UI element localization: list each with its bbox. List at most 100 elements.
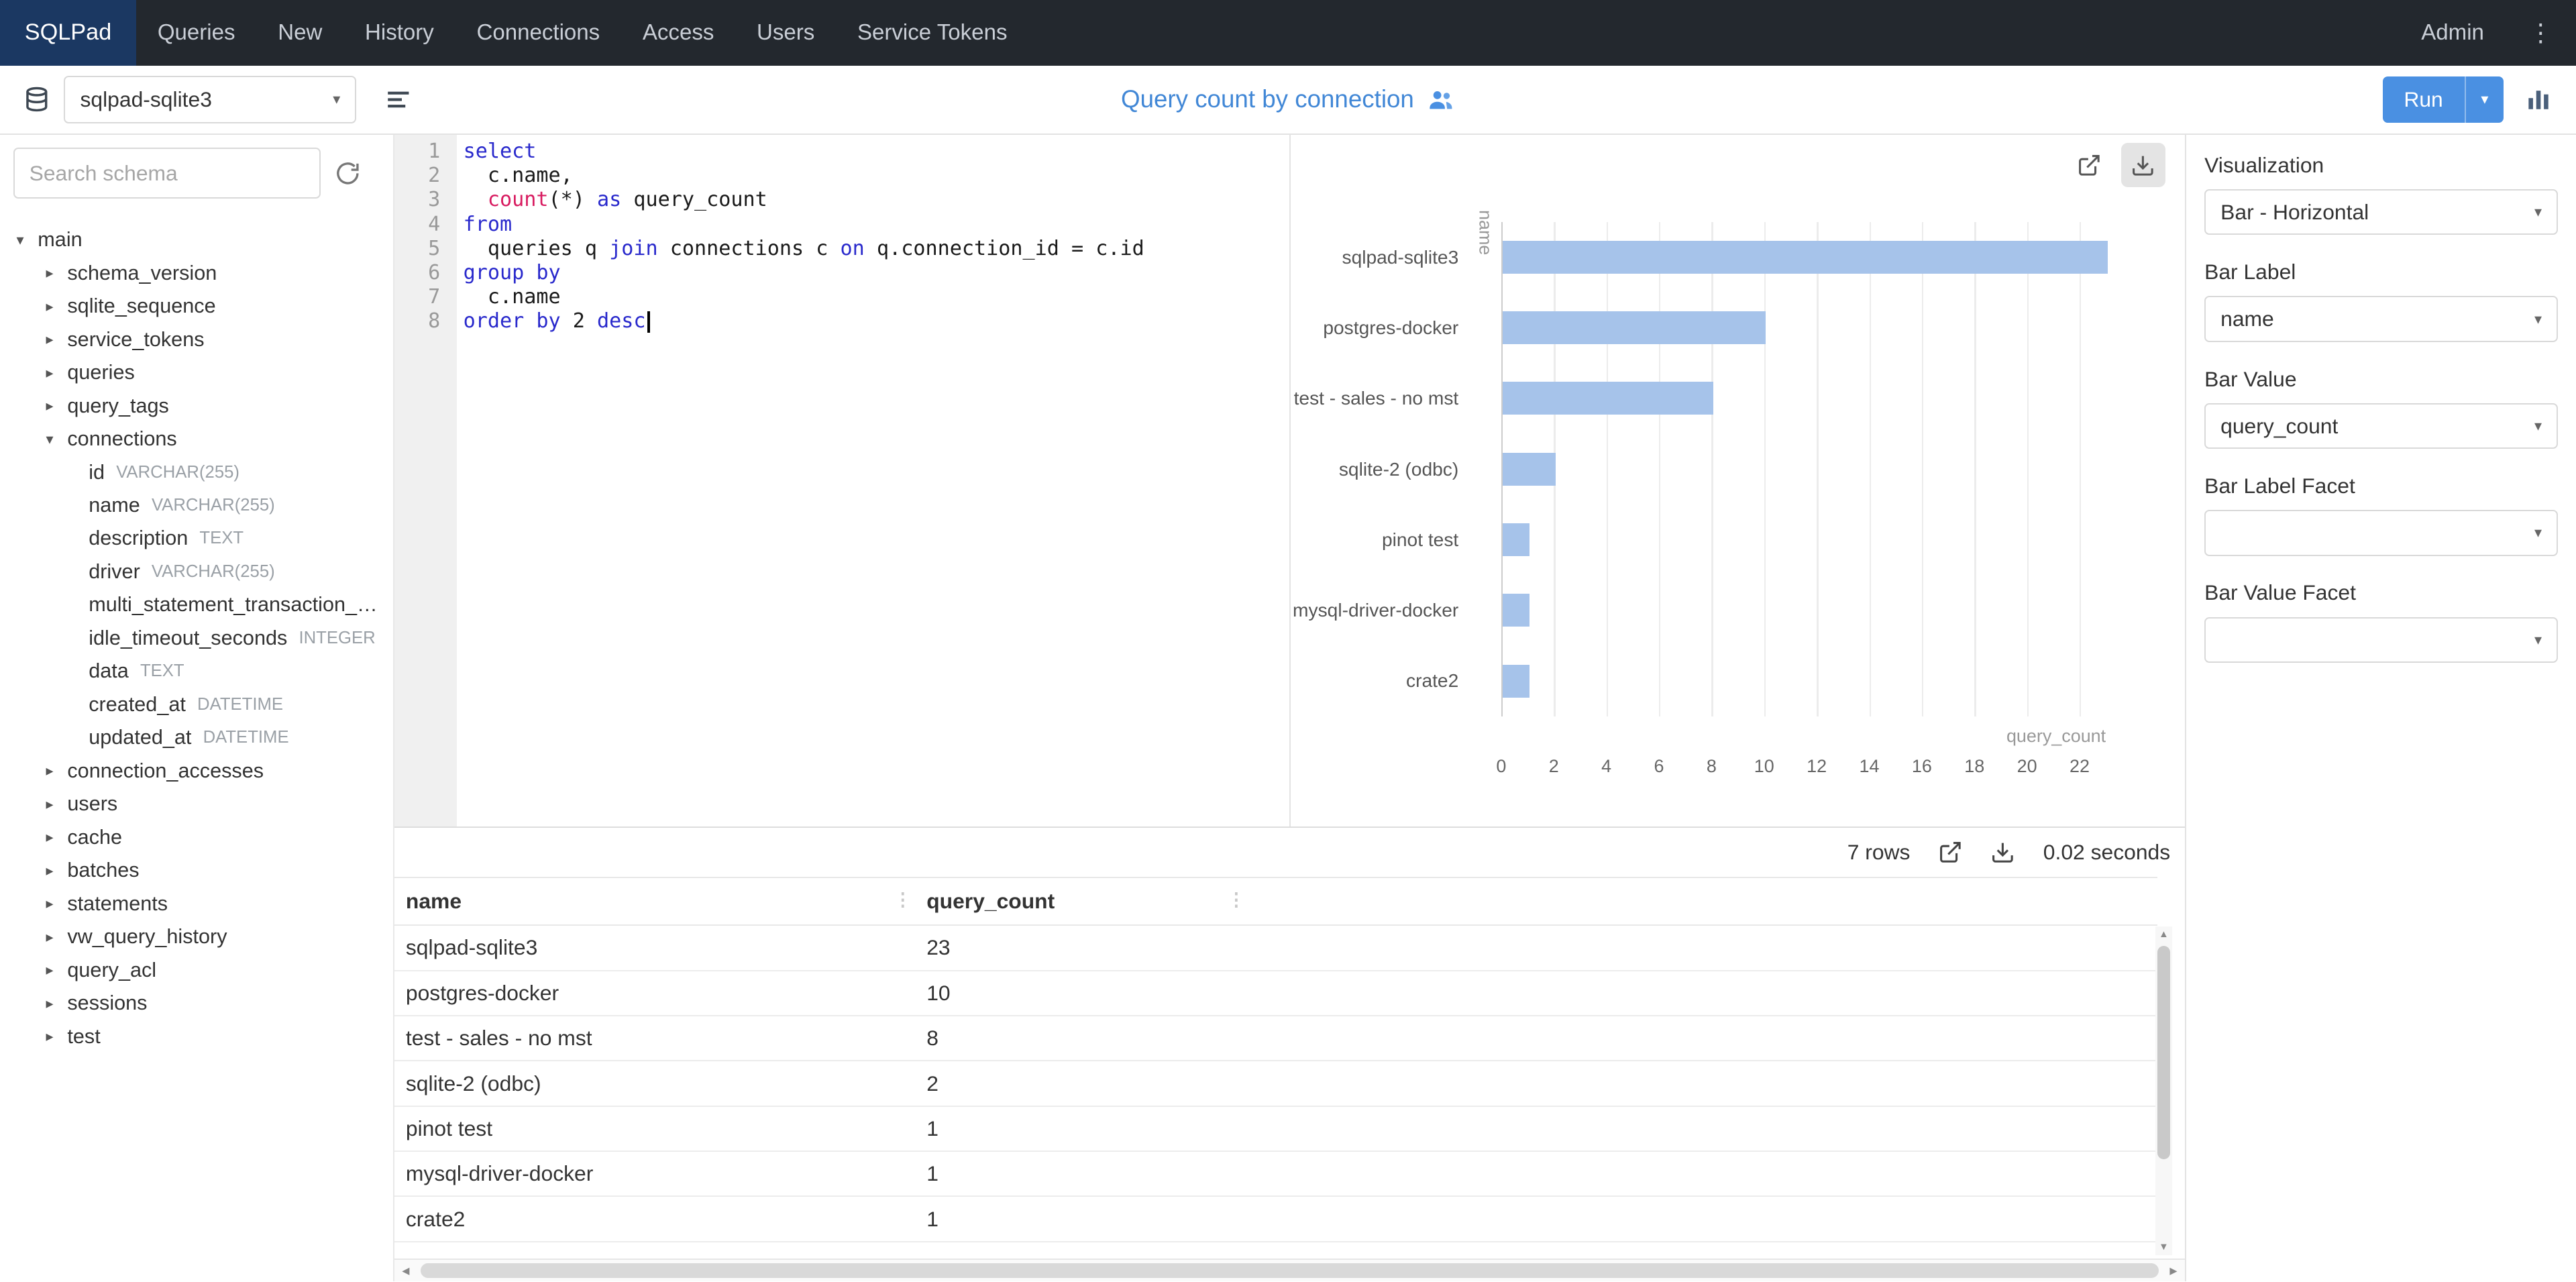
format-query-icon[interactable] [384, 86, 413, 114]
tree-item-vw_query_history[interactable]: ▸vw_query_history [13, 920, 393, 953]
tree-item-test[interactable]: ▸test [13, 1020, 393, 1053]
vertical-scrollbar[interactable]: ▲ ▼ [2155, 926, 2171, 1255]
scroll-up-arrow[interactable]: ▲ [2155, 926, 2171, 943]
x-tick-label: 4 [1587, 756, 1626, 777]
tree-item-main[interactable]: ▾main [13, 223, 393, 256]
nav-item-queries[interactable]: Queries [136, 0, 256, 66]
tree-item-query_tags[interactable]: ▸query_tags [13, 389, 393, 422]
chevron-right-icon[interactable]: ▸ [46, 298, 68, 315]
tree-item-statements[interactable]: ▸statements [13, 887, 393, 920]
nav-item-connections[interactable]: Connections [455, 0, 621, 66]
bar-value-select[interactable]: query_count▾ [2204, 403, 2558, 449]
table-cell-filler [1248, 925, 2157, 970]
horizontal-scrollbar[interactable]: ◀ ▶ [394, 1259, 2185, 1281]
tree-item-connections[interactable]: ▾connections [13, 423, 393, 456]
scroll-down-arrow[interactable]: ▼ [2155, 1239, 2171, 1255]
bar-label-facet-select[interactable]: ▾ [2204, 510, 2558, 556]
run-dropdown-button[interactable]: ▾ [2465, 76, 2504, 123]
nav-item-history[interactable]: History [343, 0, 455, 66]
tree-item-description[interactable]: descriptionTEXT [13, 522, 393, 555]
nav-item-service-tokens[interactable]: Service Tokens [836, 0, 1028, 66]
nav-item-new[interactable]: New [256, 0, 343, 66]
chevron-right-icon[interactable]: ▸ [46, 928, 68, 946]
chevron-right-icon[interactable]: ▸ [46, 397, 68, 415]
editor-code[interactable]: select c.name, count(*) as query_countfr… [457, 135, 1290, 826]
chevron-right-icon[interactable]: ▸ [46, 995, 68, 1012]
tree-item-idle_timeout_seconds[interactable]: idle_timeout_secondsINTEGER [13, 622, 393, 655]
navbar-right: Admin ⋮ [2400, 0, 2576, 66]
chevron-down-icon: ▾ [2534, 524, 2542, 541]
tree-item-sqlite_sequence[interactable]: ▸sqlite_sequence [13, 290, 393, 323]
connection-select[interactable]: sqlpad-sqlite3 ▾ [64, 76, 356, 123]
tree-item-updated_at[interactable]: updated_atDATETIME [13, 721, 393, 754]
tree-item-users[interactable]: ▸users [13, 788, 393, 820]
run-button[interactable]: Run [2383, 76, 2465, 123]
chart-gridline [1607, 222, 1608, 716]
tree-item-data[interactable]: dataTEXT [13, 655, 393, 688]
nav-item-access[interactable]: Access [621, 0, 735, 66]
column-type: TEXT [199, 529, 244, 548]
vertical-scroll-thumb[interactable] [2157, 946, 2171, 1159]
bar-value-facet-select[interactable]: ▾ [2204, 617, 2558, 663]
chart-gridline [1817, 222, 1818, 716]
table-cell-filler [1248, 1151, 2157, 1196]
nav-item-users[interactable]: Users [735, 0, 836, 66]
chart-toggle-icon[interactable] [2524, 85, 2553, 114]
tree-item-id[interactable]: idVARCHAR(255) [13, 456, 393, 488]
schema-search-row [13, 148, 393, 199]
bar-label-select[interactable]: name▾ [2204, 296, 2558, 342]
tree-item-schema_version[interactable]: ▸schema_version [13, 256, 393, 289]
tree-item-connection_accesses[interactable]: ▸connection_accesses [13, 755, 393, 788]
refresh-schema-icon[interactable] [335, 161, 360, 186]
chevron-right-icon[interactable]: ▸ [46, 862, 68, 879]
code-token: query_count [621, 188, 767, 211]
chevron-down-icon[interactable]: ▾ [16, 231, 38, 249]
tree-item-name[interactable]: nameVARCHAR(255) [13, 489, 393, 522]
category-label: mysql-driver-docker [1291, 575, 1458, 645]
tree-item-multi_statement_transaction_…[interactable]: multi_statement_transaction_… [13, 588, 393, 621]
chart-gridline [1974, 222, 1976, 716]
tree-item-batches[interactable]: ▸batches [13, 854, 393, 887]
chevron-right-icon[interactable]: ▸ [46, 796, 68, 813]
open-results-new-window-icon[interactable] [1938, 840, 1963, 865]
column-resize-handle[interactable]: ⋮ [894, 890, 912, 910]
tree-item-cache[interactable]: ▸cache [13, 820, 393, 853]
tree-item-created_at[interactable]: created_atDATETIME [13, 688, 393, 721]
chart-gridline [1711, 222, 1713, 716]
tree-item-sessions[interactable]: ▸sessions [13, 987, 393, 1020]
code-line: from [464, 213, 1290, 237]
schema-search-input[interactable] [13, 148, 321, 199]
chevron-right-icon[interactable]: ▸ [46, 829, 68, 846]
column-resize-handle[interactable]: ⋮ [1227, 890, 1245, 910]
download-results-icon[interactable] [1990, 840, 2015, 865]
query-title[interactable]: Query count by connection [1121, 85, 1455, 113]
table-cell-filler [1248, 971, 2157, 1016]
tree-label: query_tags [67, 394, 168, 418]
x-tick-label: 20 [2007, 756, 2047, 777]
line-number: 8 [394, 309, 441, 333]
chevron-right-icon[interactable]: ▸ [46, 961, 68, 979]
scroll-left-arrow[interactable]: ◀ [394, 1265, 417, 1277]
tree-item-query_acl[interactable]: ▸query_acl [13, 953, 393, 986]
table-cell: sqlpad-sqlite3 [394, 925, 915, 970]
chevron-right-icon[interactable]: ▸ [46, 895, 68, 912]
tree-item-driver[interactable]: driverVARCHAR(255) [13, 555, 393, 588]
scroll-right-arrow[interactable]: ▶ [2162, 1265, 2185, 1277]
chevron-right-icon[interactable]: ▸ [46, 762, 68, 780]
schema-sidebar: ▾main▸schema_version▸sqlite_sequence▸ser… [0, 135, 394, 1281]
chevron-down-icon[interactable]: ▾ [46, 431, 68, 448]
visualization-select[interactable]: Bar - Horizontal▾ [2204, 189, 2558, 235]
chevron-right-icon[interactable]: ▸ [46, 264, 68, 282]
chevron-right-icon[interactable]: ▸ [46, 1028, 68, 1045]
tree-label: test [67, 1025, 100, 1049]
brand-logo[interactable]: SQLPad [0, 0, 136, 66]
chevron-right-icon[interactable]: ▸ [46, 364, 68, 382]
chart-bar [1503, 382, 1713, 415]
horizontal-scroll-thumb[interactable] [421, 1263, 2159, 1278]
tree-item-service_tokens[interactable]: ▸service_tokens [13, 323, 393, 356]
tree-item-queries[interactable]: ▸queries [13, 356, 393, 389]
chevron-right-icon[interactable]: ▸ [46, 331, 68, 348]
sql-editor: 12345678 select c.name, count(*) as quer… [394, 135, 1290, 826]
admin-menu[interactable]: Admin [2400, 20, 2505, 46]
kebab-menu-icon[interactable]: ⋮ [2506, 18, 2576, 47]
